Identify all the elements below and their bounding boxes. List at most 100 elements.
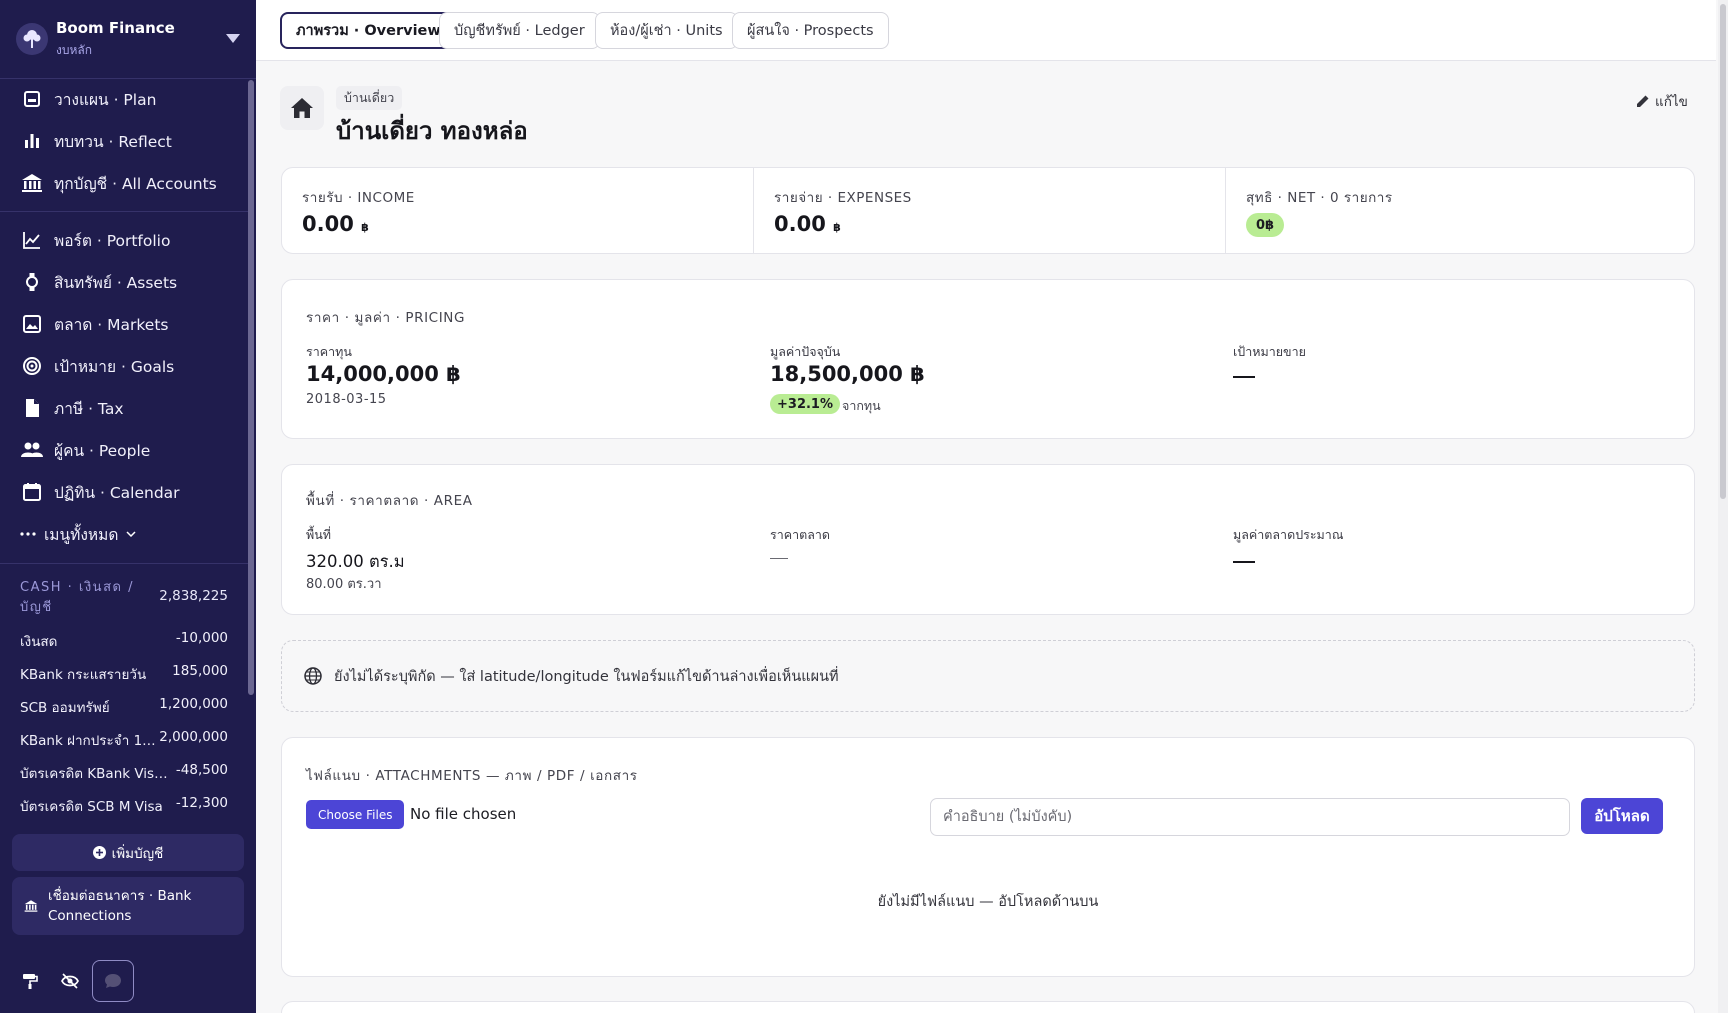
choose-files-button[interactable]: Choose Files [306, 800, 405, 829]
nav-label: ทบทวน · Reflect [54, 132, 172, 151]
bank-connections-label: เชื่อมต่อธนาคาร · Bank Connections [48, 888, 192, 924]
tab-prospects[interactable]: ผู้สนใจ · Prospects [732, 12, 889, 49]
tab-units[interactable]: ห้อง/ผู้เช่า · Units [595, 12, 738, 49]
pricing-section-title: ราคา · มูลค่า · PRICING [306, 310, 466, 326]
account-name: SCB ออมทรัพย์ [20, 700, 110, 716]
nav-label: วางแผน · Plan [54, 90, 157, 109]
income-label: รายรับ · INCOME [302, 190, 415, 206]
nav-people[interactable]: ผู้คน · People [20, 435, 150, 465]
sidebar: Boom Finance งบหลัก วางแผน · Plan ทบทวน … [0, 0, 256, 1013]
income-value: 0.00 ฿ [302, 212, 369, 236]
tab-ledger[interactable]: บัญชีทรัพย์ · Ledger [439, 12, 600, 49]
current-value-label: มูลค่าปัจจุบัน [770, 344, 841, 359]
account-name: บัตรเครดิต KBank Visa ... [20, 766, 168, 782]
sidebar-scrollbar[interactable] [248, 80, 254, 695]
market-price-label: ราคาตลาด [770, 527, 831, 542]
tab-bar: ภาพรวม · Overview บัญชีทรัพย์ · Ledger ห… [256, 0, 1716, 61]
house-icon [280, 86, 324, 130]
account-amount: 185,000 [172, 663, 228, 679]
image-icon [20, 312, 44, 336]
account-amount: 2,000,000 [159, 729, 228, 745]
scrollbar-thumb[interactable] [1720, 4, 1726, 499]
edit-button[interactable]: แก้ไข [1636, 90, 1688, 112]
pencil-icon [1636, 94, 1650, 108]
workspace-switcher[interactable]: Boom Finance งบหลัก [0, 0, 256, 79]
nav-label: ตลาด · Markets [54, 315, 169, 334]
market-price-empty [770, 558, 788, 559]
change-badge: +32.1% [770, 394, 840, 414]
plan-icon [20, 87, 44, 111]
net-label: สุทธิ · NET · 0 รายการ [1246, 190, 1393, 206]
bank-icon [24, 899, 38, 913]
people-icon [20, 438, 44, 462]
nav-divider [0, 563, 250, 564]
accounts-total: 2,838,225 [159, 588, 228, 604]
account-name: เงินสด [20, 634, 58, 650]
nav-label: ภาษี · Tax [54, 399, 124, 418]
accounts-header: CASH · เงินสด / บัญชี [20, 580, 134, 615]
nav-plan[interactable]: วางแผน · Plan [20, 84, 156, 114]
area-card: พื้นที่ · ราคาตลาด · AREA พื้นที่ 320.00… [281, 464, 1695, 615]
breadcrumb[interactable]: บ้านเดี่ยว [336, 86, 403, 110]
account-row[interactable]: บัตรเครดิต SCB M Visa -12,300 [20, 795, 228, 817]
paint-roller-icon[interactable] [9, 960, 51, 1002]
nav-label: เมนูทั้งหมด [44, 525, 119, 544]
area-section-title: พื้นที่ · ราคาตลาด · AREA [306, 493, 473, 509]
empty-attachments-message: ยังไม่มีไฟล์แนบ — อัปโหลดด้านบน [877, 894, 1099, 910]
file-status: No file chosen [410, 805, 517, 823]
more-icon [20, 522, 36, 546]
calendar-icon [20, 480, 44, 504]
bank-connections-button[interactable]: เชื่อมต่อธนาคาร · Bank Connections [12, 877, 244, 935]
nav-label: ปฏิทิน · Calendar [54, 483, 180, 502]
nav-goals[interactable]: เป้าหมาย · Goals [20, 351, 174, 381]
attachments-card: ไฟล์แนบ · ATTACHMENTS — ภาพ / PDF / เอกส… [281, 737, 1695, 977]
nav-label: สินทรัพย์ · Assets [54, 273, 178, 292]
nav-divider [0, 211, 250, 212]
nav-label: เป้าหมาย · Goals [54, 357, 175, 376]
add-account-label: เพิ่มบัญชี [111, 845, 164, 862]
nav-all-accounts[interactable]: ทุกบัญชี · All Accounts [20, 168, 217, 198]
nav-markets[interactable]: ตลาด · Markets [20, 309, 168, 339]
account-row[interactable]: KBank ฝากประจำ 12 เ... 2,000,000 [20, 729, 228, 751]
line-chart-icon [20, 228, 44, 252]
nav-tax[interactable]: ภาษี · Tax [20, 393, 124, 423]
description-input[interactable] [930, 798, 1570, 836]
account-name: KBank ฝากประจำ 12 เ... [20, 733, 160, 749]
nav-reflect[interactable]: ทบทวน · Reflect [20, 126, 172, 156]
account-amount: -12,300 [175, 795, 228, 811]
expenses-label: รายจ่าย · EXPENSES [774, 190, 912, 206]
nav-calendar[interactable]: ปฏิทิน · Calendar [20, 477, 180, 507]
nav-label: ทุกบัญชี · All Accounts [54, 174, 217, 193]
chat-icon[interactable] [92, 960, 134, 1002]
add-account-button[interactable]: เพิ่มบัญชี [12, 834, 244, 871]
bank-icon [20, 171, 44, 195]
chevron-down-icon[interactable] [226, 34, 240, 43]
next-card [281, 1001, 1695, 1013]
upload-button[interactable]: อัปโหลด [1581, 798, 1663, 834]
nav-label: พอร์ต · Portfolio [54, 231, 171, 250]
account-row[interactable]: เงินสด -10,000 [20, 630, 228, 652]
nav-assets[interactable]: สินทรัพย์ · Assets [20, 267, 177, 297]
target-value-empty [1233, 376, 1255, 378]
cost-value: 14,000,000 ฿ [306, 362, 461, 386]
nav-portfolio[interactable]: พอร์ต · Portfolio [20, 225, 170, 255]
eye-off-icon[interactable] [49, 960, 91, 1002]
budget-name: งบหลัก [56, 43, 93, 57]
area-sqm: 320.00 ตร.ม [306, 552, 405, 571]
account-row[interactable]: KBank กระแสรายวัน 185,000 [20, 663, 228, 685]
nav-all-menu[interactable]: เมนูทั้งหมด [20, 519, 136, 549]
account-row[interactable]: SCB ออมทรัพย์ 1,200,000 [20, 696, 228, 718]
chevron-down-icon [126, 531, 136, 537]
area-label: พื้นที่ [306, 527, 332, 542]
edit-label: แก้ไข [1655, 94, 1688, 110]
nav-label: ผู้คน · People [54, 441, 151, 460]
account-row[interactable]: บัตรเครดิต KBank Visa ... -48,500 [20, 762, 228, 784]
income-stat: รายรับ · INCOME 0.00 ฿ [282, 168, 753, 254]
expenses-value: 0.00 ฿ [774, 212, 841, 236]
tab-overview[interactable]: ภาพรวม · Overview [280, 12, 457, 49]
summary-card: รายรับ · INCOME 0.00 ฿ รายจ่าย · EXPENSE… [281, 167, 1695, 254]
map-notice-text: ยังไม่ได้ระบุพิกัด — ใส่ latitude/longit… [334, 668, 839, 685]
attachments-section-title: ไฟล์แนบ · ATTACHMENTS — ภาพ / PDF / เอกส… [306, 768, 638, 784]
account-name: บัตรเครดิต SCB M Visa [20, 799, 163, 815]
page-scrollbar[interactable] [1718, 0, 1728, 1013]
